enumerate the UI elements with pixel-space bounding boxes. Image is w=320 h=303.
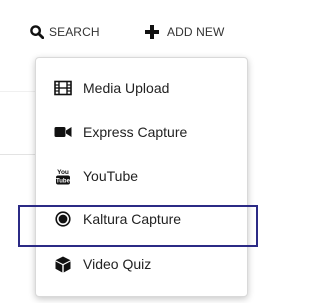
menu-item-video-quiz[interactable]: Video Quiz [36,247,247,281]
menu-item-youtube[interactable]: You Tube YouTube [36,159,247,193]
background-divider [0,91,36,92]
add-new-label: ADD NEW [167,25,225,39]
menu-item-label: Express Capture [83,124,188,140]
background-divider [0,154,36,155]
menu-item-label: Video Quiz [83,256,152,272]
screen: SEARCH ADD NEW Media Upload Express Capt… [0,0,260,303]
menu-item-label: YouTube [83,168,139,184]
menu-item-kaltura-capture[interactable]: Kaltura Capture [36,202,247,236]
search-label: SEARCH [49,25,100,39]
record-icon [53,209,73,229]
search-icon [30,25,44,39]
menu-item-label: Kaltura Capture [83,211,182,227]
menu-item-media-upload[interactable]: Media Upload [36,71,247,105]
svg-text:You: You [57,169,69,176]
menu-item-label: Media Upload [83,80,170,96]
video-camera-icon [53,122,73,142]
toolbar: SEARCH ADD NEW [0,0,260,62]
cube-icon [53,254,73,274]
menu-item-express-capture[interactable]: Express Capture [36,115,247,149]
plus-icon [145,25,159,39]
film-icon [53,78,73,98]
add-new-button[interactable]: ADD NEW [145,22,224,42]
search-button[interactable]: SEARCH [30,22,100,42]
youtube-icon: You Tube [53,166,73,186]
add-new-dropdown-menu: Media Upload Express Capture You Tube Yo… [35,57,248,297]
svg-text:Tube: Tube [56,179,71,185]
